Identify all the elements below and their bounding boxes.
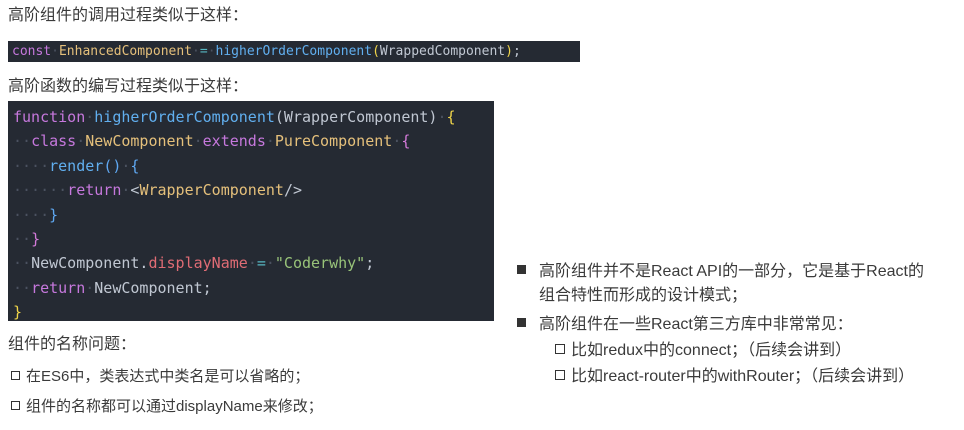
whitespace-marker: ·· [13, 132, 32, 151]
code-line: ······return·<WrapperComponent/> [13, 178, 494, 202]
whitespace-marker: · [85, 108, 95, 126]
whitespace-marker: ···· [13, 156, 50, 175]
code-line: ··return·NewComponent; [13, 276, 494, 300]
code-token: ( [372, 44, 380, 59]
whitespace-marker: · [265, 254, 275, 273]
whitespace-marker: · [207, 44, 216, 59]
code-token: higherOrderComponent [94, 108, 275, 126]
hollow-square-bullet-icon [11, 371, 20, 380]
code-token: "Coderwhy" [274, 254, 366, 273]
code-token: WrappedComponent [379, 44, 506, 59]
code-token: (WrapperComponent) [274, 108, 438, 126]
code-block-hoc: function·higherOrderComponent(WrapperCom… [8, 101, 494, 321]
code-token: /> [283, 181, 302, 200]
code-token: () [103, 156, 122, 175]
whitespace-marker: · [192, 44, 200, 59]
whitespace-marker: ······ [13, 181, 68, 200]
whitespace-marker: · [265, 132, 275, 151]
list-item: 比如redux中的connect；（后续会讲到） [555, 339, 851, 363]
whitespace-marker: ·· [13, 229, 32, 248]
code-line: ··NewComponent.displayName·=·"Coderwhy"; [13, 251, 494, 275]
code-token: const [12, 44, 52, 59]
code-token: return [67, 181, 122, 200]
list-item: 在ES6中，类表达式中类名是可以省略的； [11, 367, 309, 387]
code-token: NewComponent [85, 132, 194, 151]
hollow-square-bullet-icon [555, 370, 565, 380]
whitespace-marker: · [437, 108, 447, 126]
code-token: extends [202, 132, 266, 151]
whitespace-marker: ···· [13, 205, 50, 224]
filled-square-bullet-icon [517, 318, 526, 327]
code-line: ··} [13, 227, 494, 251]
code-token: } [49, 205, 59, 224]
code-token: } [31, 229, 41, 248]
heading-hoc-usage: 高阶组件的调用过程类似于这样： [8, 7, 249, 24]
code-token: PureComponent [274, 132, 393, 151]
code-line: ····render()·{ [13, 154, 494, 178]
list-item: 比如react-router中的withRouter；（后续会讲到） [555, 365, 914, 389]
whitespace-marker: · [392, 132, 402, 151]
code-token: ; [512, 44, 521, 59]
code-token: render [49, 156, 104, 175]
heading-hoc-definition: 高阶函数的编写过程类似于这样： [8, 78, 249, 95]
code-token: = [256, 254, 266, 273]
heading-component-name: 组件的名称问题： [8, 336, 137, 353]
filled-square-bullet-icon [517, 265, 526, 274]
code-token: ; [365, 254, 375, 273]
code-snippet-usage: const·EnhancedComponent·=·higherOrderCom… [8, 41, 580, 62]
whitespace-marker: · [51, 44, 59, 59]
code-token: NewComponent; [94, 278, 212, 297]
code-line: ····} [13, 203, 494, 227]
whitespace-marker: ·· [13, 254, 32, 273]
code-line: } [13, 300, 494, 324]
code-token: class [31, 132, 77, 151]
list-item: 组件的名称都可以通过displayName来修改； [11, 397, 323, 417]
whitespace-marker: ·· [13, 278, 32, 297]
whitespace-marker: · [76, 132, 86, 151]
hollow-square-bullet-icon [555, 344, 565, 354]
code-token: = [199, 44, 208, 59]
code-line: ··class·NewComponent·extends·PureCompone… [13, 129, 494, 153]
code-token: higherOrderComponent [215, 44, 373, 59]
code-token: } [13, 303, 23, 322]
whitespace-marker: · [193, 132, 203, 151]
code-line: function·higherOrderComponent(WrapperCom… [13, 105, 494, 129]
code-token: WrapperComponent [139, 181, 284, 200]
list-item: 高阶组件在一些React第三方库中非常常见： [517, 313, 853, 337]
code-token: displayName [148, 254, 248, 273]
code-token: ) [505, 44, 513, 59]
code-token: { [446, 108, 456, 126]
hollow-square-bullet-icon [11, 401, 20, 410]
code-token: EnhancedComponent [58, 44, 193, 59]
whitespace-marker: · [85, 278, 95, 297]
code-token: function [13, 108, 86, 126]
code-token: return [31, 278, 86, 297]
code-token: { [401, 132, 411, 151]
whitespace-marker: · [247, 254, 257, 273]
list-item: 高阶组件并不是React API的一部分，它是基于React的 组合特性而形成的… [517, 260, 957, 308]
code-token: { [130, 156, 140, 175]
code-token: NewComponent. [31, 254, 149, 273]
